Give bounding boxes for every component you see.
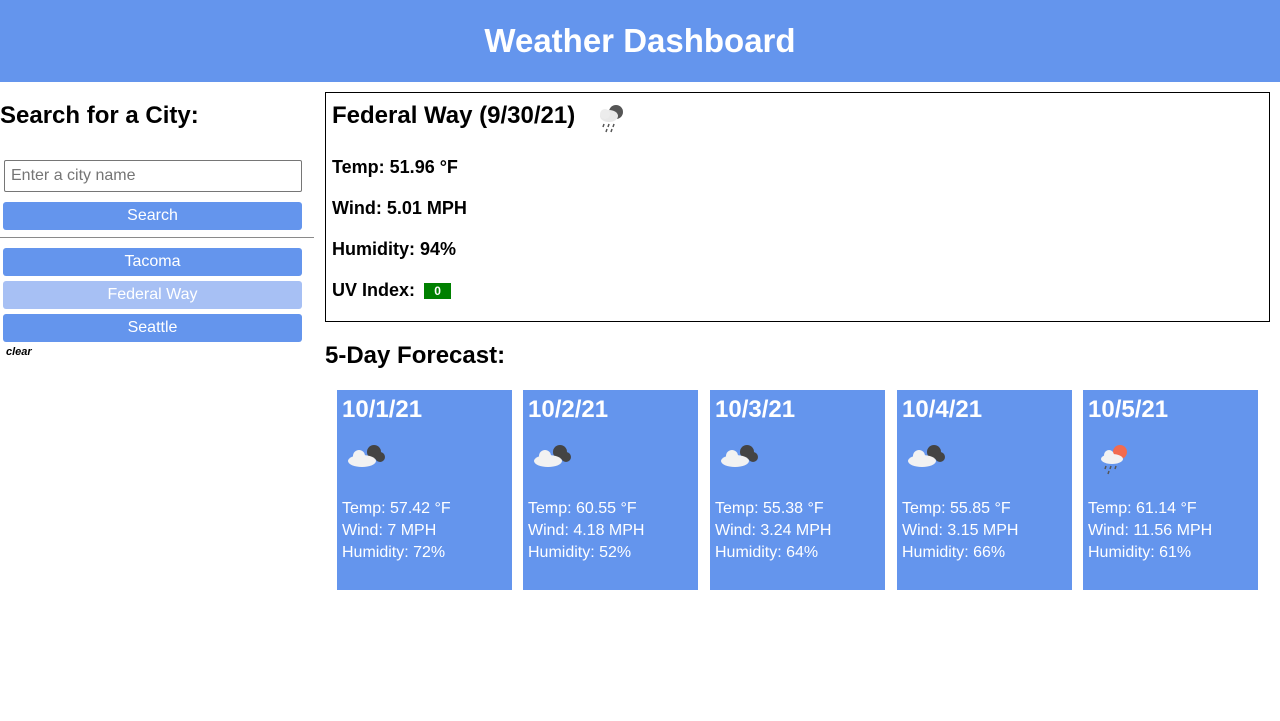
broken-clouds-icon (342, 438, 392, 478)
page-header: Weather Dashboard (0, 0, 1280, 82)
history-button-tacoma[interactable]: Tacoma (3, 248, 302, 276)
broken-clouds-icon (715, 438, 765, 478)
search-button[interactable]: Search (3, 202, 302, 230)
forecast-date: 10/1/21 (342, 396, 423, 423)
forecast-card: 10/1/21 Temp: 57.42 °F Wind: 7 MPH Humid… (337, 390, 512, 590)
current-city-title: Federal Way (9/30/21) (332, 102, 576, 129)
broken-clouds-icon (902, 438, 952, 478)
uv-index-label: UV Index: (332, 280, 416, 300)
sidebar-divider (0, 237, 314, 238)
forecast-heading: 5-Day Forecast: (325, 342, 506, 369)
sun-rain-icon (1088, 438, 1138, 478)
forecast-humidity: Humidity: 52% (528, 544, 632, 561)
current-weather-panel: Federal Way (9/30/21) Temp: 51.96 °F Win… (325, 92, 1270, 322)
forecast-humidity: Humidity: 66% (902, 544, 1006, 561)
forecast-card: 10/3/21 Temp: 55.38 °F Wind: 3.24 MPH Hu… (710, 390, 885, 590)
forecast-date: 10/2/21 (528, 396, 609, 423)
forecast-temp: Temp: 57.42 °F (342, 500, 451, 517)
forecast-wind: Wind: 7 MPH (342, 522, 437, 539)
forecast-card: 10/5/21 Temp: 61.14 °F Wind: 11.56 MPH H… (1083, 390, 1258, 590)
forecast-card: 10/4/21 Temp: 55.85 °F Wind: 3.15 MPH Hu… (897, 390, 1072, 590)
city-search-input[interactable] (4, 160, 302, 192)
search-heading: Search for a City: (0, 102, 199, 129)
forecast-card: 10/2/21 Temp: 60.55 °F Wind: 4.18 MPH Hu… (523, 390, 698, 590)
current-humidity: Humidity: 94% (332, 239, 457, 259)
page-title: Weather Dashboard (484, 22, 796, 59)
current-uv-row: UV Index: 0 (332, 280, 452, 301)
forecast-wind: Wind: 4.18 MPH (528, 522, 645, 539)
current-temp: Temp: 51.96 °F (332, 157, 458, 177)
forecast-humidity: Humidity: 61% (1088, 544, 1192, 561)
forecast-wind: Wind: 3.15 MPH (902, 522, 1019, 539)
clear-history-link[interactable]: clear (6, 346, 32, 358)
broken-clouds-icon (528, 438, 578, 478)
forecast-temp: Temp: 55.38 °F (715, 500, 824, 517)
forecast-temp: Temp: 60.55 °F (528, 500, 637, 517)
forecast-humidity: Humidity: 64% (715, 544, 819, 561)
forecast-temp: Temp: 61.14 °F (1088, 500, 1197, 517)
search-sidebar: Search for a City: Search Tacoma Federal… (0, 82, 314, 382)
current-wind: Wind: 5.01 MPH (332, 198, 467, 218)
history-button-seattle[interactable]: Seattle (3, 314, 302, 342)
forecast-date: 10/4/21 (902, 396, 983, 423)
forecast-wind: Wind: 11.56 MPH (1088, 522, 1213, 539)
forecast-wind: Wind: 3.24 MPH (715, 522, 832, 539)
history-button-federal-way[interactable]: Federal Way (3, 281, 302, 309)
forecast-humidity: Humidity: 72% (342, 544, 446, 561)
forecast-date: 10/5/21 (1088, 396, 1169, 423)
forecast-temp: Temp: 55.85 °F (902, 500, 1011, 517)
rain-cloud-icon (591, 96, 631, 136)
uv-index-badge: 0 (424, 283, 452, 300)
forecast-date: 10/3/21 (715, 396, 796, 423)
